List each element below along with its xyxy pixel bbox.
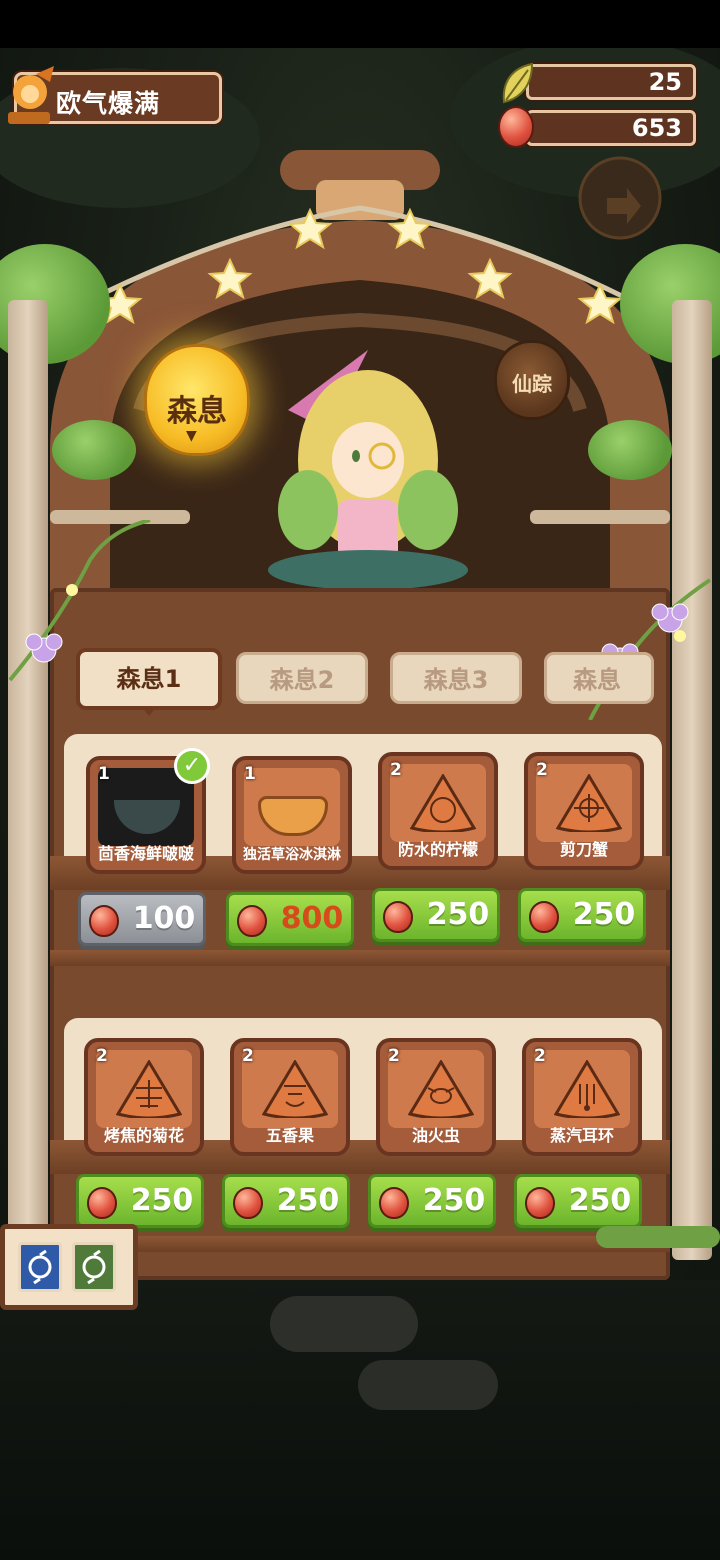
item-count: 2 bbox=[534, 1046, 546, 1066]
stepping-stone bbox=[358, 1360, 498, 1410]
lamp-xianzong-label: 仙踪 bbox=[512, 372, 552, 396]
item-card[interactable]: 2 油火虫 bbox=[376, 1038, 496, 1156]
item-name: 蒸汽耳环 bbox=[549, 1126, 614, 1145]
game-scene: 欧气爆满 25 653 森息 ▼ 仙踪 森息1 森息2 森息3 森息 1 茴香海… bbox=[0, 0, 720, 1560]
leaf-count: 25 bbox=[648, 68, 682, 96]
swap-icon bbox=[28, 1249, 52, 1285]
bean-icon bbox=[383, 901, 413, 933]
player-title: 欧气爆满 bbox=[56, 89, 161, 118]
price-value: 250 bbox=[426, 897, 490, 932]
switch-green-button[interactable] bbox=[72, 1242, 116, 1292]
buy-button[interactable]: 250 bbox=[518, 888, 646, 942]
item-name: 烤焦的菊花 bbox=[103, 1126, 184, 1145]
buy-button[interactable]: 250 bbox=[372, 888, 500, 942]
tab-pointer bbox=[141, 706, 157, 716]
buy-button[interactable]: 250 bbox=[222, 1174, 350, 1228]
shelf-base-1 bbox=[50, 950, 670, 966]
price-value: 100 bbox=[132, 901, 196, 936]
item-count: 1 bbox=[244, 764, 256, 784]
stepping-stone bbox=[270, 1296, 418, 1352]
crab-rune-icon bbox=[556, 774, 622, 832]
tab-senxi-3[interactable]: 森息3 bbox=[390, 652, 522, 704]
player-avatar-icon[interactable] bbox=[2, 64, 58, 126]
bush-right bbox=[588, 420, 672, 480]
bean-icon bbox=[233, 1187, 263, 1219]
buy-button[interactable]: 800 bbox=[226, 892, 354, 946]
price-value: 250 bbox=[130, 1183, 194, 1218]
item-name: 防水的柠檬 bbox=[397, 840, 478, 859]
tab-label: 森息3 bbox=[423, 666, 489, 694]
tab-senxi-1[interactable]: 森息1 bbox=[76, 648, 222, 710]
spice-fruit-rune-icon bbox=[262, 1060, 328, 1118]
tab-senxi-4[interactable]: 森息 bbox=[544, 652, 654, 704]
swap-icon bbox=[82, 1249, 106, 1285]
post-left bbox=[8, 300, 48, 1260]
post-right bbox=[672, 300, 712, 1260]
owned-check-icon: ✓ bbox=[174, 748, 210, 784]
lemon-rune-icon bbox=[410, 774, 476, 832]
buy-button[interactable]: 100 bbox=[78, 892, 206, 946]
shelf-base-2 bbox=[50, 1236, 670, 1252]
bean-icon bbox=[379, 1187, 409, 1219]
earring-rune-icon bbox=[554, 1060, 620, 1118]
bean-icon bbox=[529, 901, 559, 933]
buy-button[interactable]: 250 bbox=[514, 1174, 642, 1228]
switch-blue-button[interactable] bbox=[18, 1242, 62, 1292]
item-count: 2 bbox=[242, 1046, 254, 1066]
price-value: 250 bbox=[572, 897, 636, 932]
item-name: 茴香海鲜啵啵 bbox=[97, 844, 194, 863]
lamp-senxi-label: 森息 bbox=[167, 394, 227, 429]
item-card[interactable]: 2 烤焦的菊花 bbox=[84, 1038, 204, 1156]
buy-button[interactable]: 250 bbox=[76, 1174, 204, 1228]
bush-left bbox=[52, 420, 136, 480]
leaf-icon bbox=[502, 62, 534, 104]
price-value: 250 bbox=[568, 1183, 632, 1218]
item-count: 2 bbox=[390, 760, 402, 780]
item-card[interactable]: 1 独活草浴冰淇淋 bbox=[232, 756, 352, 874]
moss-decoration bbox=[596, 1226, 720, 1248]
tab-senxi-2[interactable]: 森息2 bbox=[236, 652, 368, 704]
tab-label: 森息 bbox=[573, 666, 621, 694]
chevron-down-icon: ▼ bbox=[186, 428, 197, 444]
item-card[interactable]: 2 蒸汽耳环 bbox=[522, 1038, 642, 1156]
item-count: 2 bbox=[96, 1046, 108, 1066]
item-count: 1 bbox=[98, 764, 110, 784]
tab-label: 森息2 bbox=[269, 666, 335, 694]
item-name: 剪刀蟹 bbox=[559, 840, 608, 859]
status-bar bbox=[0, 0, 720, 48]
item-card[interactable]: 2 防水的柠檬 bbox=[378, 752, 498, 870]
price-value: 250 bbox=[276, 1183, 340, 1218]
chrysanthemum-rune-icon bbox=[116, 1060, 182, 1118]
bean-icon bbox=[525, 1187, 555, 1219]
item-card[interactable]: 2 剪刀蟹 bbox=[524, 752, 644, 870]
item-card[interactable]: 2 五香果 bbox=[230, 1038, 350, 1156]
item-count: 2 bbox=[536, 760, 548, 780]
bean-icon bbox=[87, 1187, 117, 1219]
bean-icon bbox=[89, 905, 119, 937]
item-name: 油火虫 bbox=[411, 1126, 460, 1145]
item-name: 独活草浴冰淇淋 bbox=[243, 847, 341, 863]
item-count: 2 bbox=[388, 1046, 400, 1066]
tab-label: 森息1 bbox=[116, 665, 182, 693]
price-value: 800 bbox=[280, 901, 344, 936]
firefly-rune-icon bbox=[408, 1060, 474, 1118]
item-name: 五香果 bbox=[265, 1126, 314, 1145]
bean-icon bbox=[498, 106, 534, 148]
buy-button[interactable]: 250 bbox=[368, 1174, 496, 1228]
price-value: 250 bbox=[422, 1183, 486, 1218]
bean-icon bbox=[237, 905, 267, 937]
bean-count: 653 bbox=[631, 114, 682, 142]
